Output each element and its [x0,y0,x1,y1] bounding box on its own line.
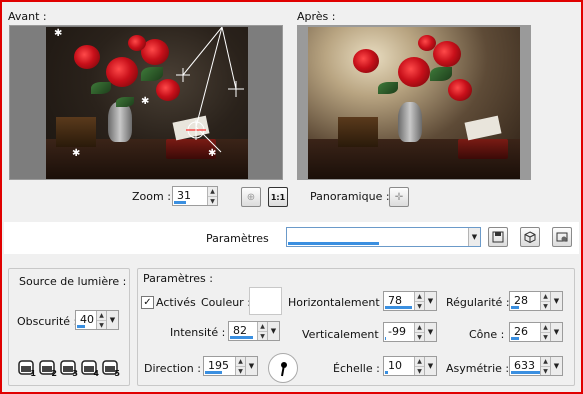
direction-dial[interactable] [268,353,298,383]
before-label: Avant : [8,10,47,23]
intensity-arrows[interactable]: ▲ ▼ [257,322,267,340]
preset-options-button[interactable] [552,227,572,247]
asymmetry-dropdown-icon[interactable]: ▼ [550,357,562,375]
obscurity-arrows[interactable]: ▲ ▼ [96,311,106,329]
active-checkbox[interactable]: ✓ [141,296,154,309]
zoom-stepper[interactable]: 31 ▲ ▼ [172,186,218,206]
parameters-title: Paramètres : [143,272,213,285]
regularity-dropdown-icon[interactable]: ▼ [550,292,562,310]
obscurity-value[interactable]: 40 [76,311,96,329]
check-icon: ✓ [143,296,152,308]
cone-stepper[interactable]: 26 ▲ ▼ ▼ [509,322,563,342]
pan-label: Panoramique : [310,190,390,203]
vertical-arrows[interactable]: ▲ ▼ [414,323,424,341]
before-preview[interactable]: ✱ ✱ ✱ ✱ [9,25,283,180]
chevron-down-icon[interactable]: ▼ [468,228,480,246]
asymmetry-arrows[interactable]: ▲ ▼ [540,357,550,375]
asymmetry-stepper[interactable]: 633 ▲ ▼ ▼ [509,356,563,376]
light-source-number: 5 [114,369,120,378]
cone-dropdown-icon[interactable]: ▼ [550,323,562,341]
presets-dropdown[interactable]: ▼ [286,227,481,247]
light-source-button-5[interactable]: 5 [101,357,121,378]
light-source-number: 2 [51,369,57,378]
pan-icon: ✛ [394,191,404,203]
horizontal-label: Horizontalement : [288,296,387,309]
light-source-number: 3 [72,369,78,378]
obscurity-stepper[interactable]: 40 ▲ ▼ ▼ [75,310,119,330]
vertical-stepper[interactable]: -99 ▲ ▼ ▼ [383,322,437,342]
save-icon [492,231,504,243]
settings-icon [556,232,568,242]
direction-needle-icon [281,362,287,377]
after-preview [297,25,531,180]
horizontal-value[interactable]: 78 [384,292,414,310]
vertical-value[interactable]: -99 [384,323,414,341]
scale-stepper[interactable]: 10 ▲ ▼ ▼ [383,356,437,376]
scale-value[interactable]: 10 [384,357,414,375]
regularity-stepper[interactable]: 28 ▲ ▼ ▼ [509,291,563,311]
direction-value[interactable]: 195 [204,357,235,375]
color-label: Couleur : [201,296,251,309]
vertical-label: Verticalement : [302,328,386,341]
reset-preset-button[interactable] [520,227,540,247]
save-preset-button[interactable] [488,227,508,247]
zoom-one-to-one-button[interactable]: 1:1 [268,187,288,207]
after-photo [308,27,520,179]
presets-label: Paramètres [206,232,269,245]
direction-dropdown-icon[interactable]: ▼ [245,357,257,375]
presets-value[interactable] [287,228,468,246]
light-source-number: 4 [93,369,99,378]
cube-icon [524,231,536,243]
regularity-value[interactable]: 28 [510,292,540,310]
obscurity-label: Obscurité : [17,315,78,328]
scale-dropdown-icon[interactable]: ▼ [424,357,436,375]
light-source-title: Source de lumière : [19,275,127,288]
horizontal-arrows[interactable]: ▲ ▼ [414,292,424,310]
active-label: Activés [156,296,196,309]
obscurity-dropdown-icon[interactable]: ▼ [106,311,118,329]
cone-arrows[interactable]: ▲ ▼ [540,323,550,341]
vertical-dropdown-icon[interactable]: ▼ [424,323,436,341]
intensity-label: Intensité : [170,326,226,339]
scale-arrows[interactable]: ▲ ▼ [414,357,424,375]
light-source-button-4[interactable]: 4 [80,357,100,378]
zoom-value[interactable]: 31 [173,187,207,205]
cone-label: Cône : [469,328,505,341]
horizontal-dropdown-icon[interactable]: ▼ [424,292,436,310]
one-to-one-label: 1:1 [270,192,286,202]
horizontal-stepper[interactable]: 78 ▲ ▼ ▼ [383,291,437,311]
direction-stepper[interactable]: 195 ▲ ▼ ▼ [203,356,258,376]
pan-button[interactable]: ✛ [389,187,409,207]
light-source-button-1[interactable]: 1 [17,357,37,378]
zoom-fit-button[interactable]: ⊕ [241,187,261,207]
after-label: Après : [297,10,336,23]
light-source-buttons: 1 2 3 4 5 [17,357,122,379]
regularity-arrows[interactable]: ▲ ▼ [540,292,550,310]
light-source-number: 1 [30,369,36,378]
zoom-label: Zoom : [132,190,171,203]
fit-icon: ⊕ [246,191,256,203]
light-source-button-2[interactable]: 2 [38,357,58,378]
intensity-value[interactable]: 82 [229,322,257,340]
intensity-dropdown-icon[interactable]: ▼ [267,322,279,340]
intensity-stepper[interactable]: 82 ▲ ▼ ▼ [228,321,280,341]
color-swatch[interactable] [249,287,282,315]
zoom-arrows[interactable]: ▲ ▼ [207,187,217,205]
regularity-label: Régularité : [446,296,510,309]
asymmetry-value[interactable]: 633 [510,357,540,375]
light-source-button-3[interactable]: 3 [59,357,79,378]
direction-label: Direction : [144,362,201,375]
direction-arrows[interactable]: ▲ ▼ [235,357,245,375]
scale-label: Échelle : [333,362,380,375]
cone-value[interactable]: 26 [510,323,540,341]
asymmetry-label: Asymétrie : [446,362,510,375]
before-photo: ✱ ✱ ✱ ✱ [46,27,248,179]
